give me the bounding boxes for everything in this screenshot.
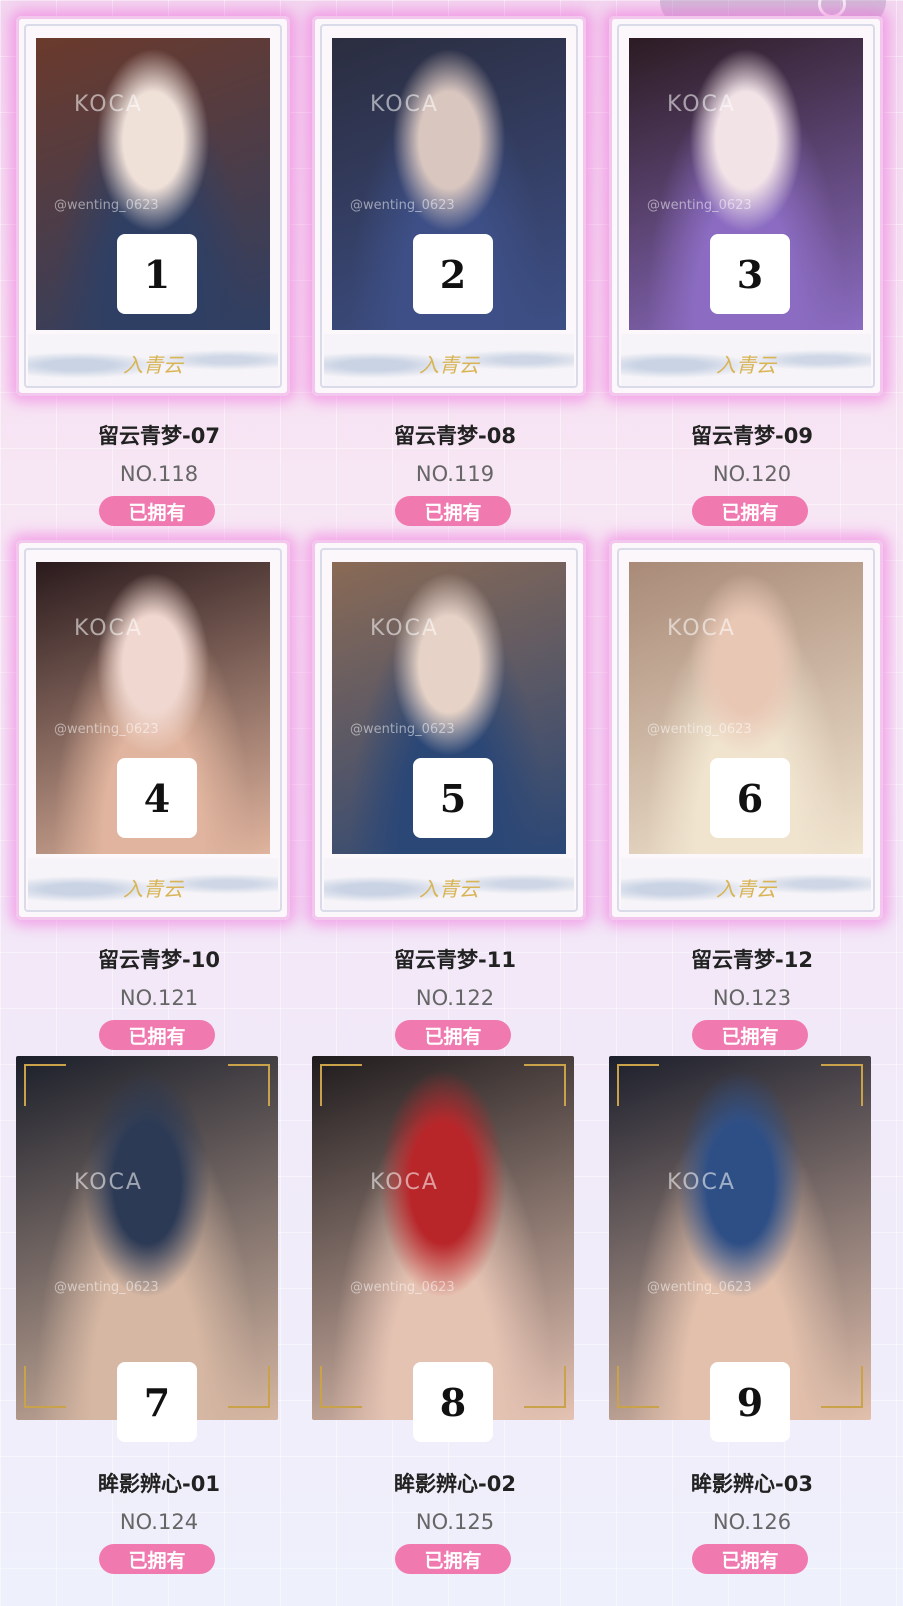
card-title[interactable]: 留云青梦-11 bbox=[310, 944, 600, 974]
owned-status-badge: 已拥有 bbox=[395, 1544, 511, 1574]
collection-card[interactable]: 入青云 KOCA @wenting_0623 5 留云青梦-11 NO.122 已拥有 bbox=[310, 526, 596, 1052]
frame-logo: 入青云 bbox=[123, 877, 183, 901]
card-number-badge: 5 bbox=[413, 758, 493, 838]
owned-status-badge: 已拥有 bbox=[395, 1020, 511, 1050]
gold-corner-ornament bbox=[524, 1366, 566, 1408]
gold-corner-ornament bbox=[24, 1064, 66, 1106]
card-frame: 入青云 bbox=[16, 540, 290, 920]
collection-card[interactable]: 入青云 KOCA @wenting_0623 4 留云青梦-10 NO.121 已拥有 bbox=[14, 526, 300, 1052]
card-serial-number: NO.120 bbox=[712, 462, 792, 486]
card-number-badge: 9 bbox=[710, 1362, 790, 1442]
card-serial-number: NO.126 bbox=[712, 1510, 792, 1534]
card-serial-number: NO.121 bbox=[119, 986, 199, 1010]
gold-corner-ornament bbox=[821, 1366, 863, 1408]
gold-corner-ornament bbox=[24, 1366, 66, 1408]
owned-status-badge: 已拥有 bbox=[99, 1544, 215, 1574]
card-number-badge: 8 bbox=[413, 1362, 493, 1442]
gold-corner-ornament bbox=[821, 1064, 863, 1106]
collection-card[interactable]: KOCA @wenting_0623 7 眸影辨心-01 NO.124 已拥有 bbox=[14, 1050, 300, 1576]
frame-logo: 入青云 bbox=[123, 353, 183, 377]
card-title[interactable]: 留云青梦-09 bbox=[607, 420, 897, 450]
gold-corner-ornament bbox=[320, 1064, 362, 1106]
card-title[interactable]: 留云青梦-07 bbox=[14, 420, 304, 450]
card-frame: 入青云 bbox=[16, 16, 290, 396]
card-title[interactable]: 眸影辨心-01 bbox=[14, 1468, 304, 1498]
collection-card[interactable]: 入青云 KOCA @wenting_0623 6 留云青梦-12 NO.123 已拥有 bbox=[607, 526, 893, 1052]
card-number-badge: 1 bbox=[117, 234, 197, 314]
collection-card[interactable]: KOCA @wenting_0623 9 眸影辨心-03 NO.126 已拥有 bbox=[607, 1050, 893, 1576]
gold-corner-ornament bbox=[617, 1064, 659, 1106]
card-title[interactable]: 留云青梦-08 bbox=[310, 420, 600, 450]
card-title[interactable]: 留云青梦-12 bbox=[607, 944, 897, 974]
card-serial-number: NO.125 bbox=[415, 1510, 495, 1534]
collection-card[interactable]: KOCA @wenting_0623 8 眸影辨心-02 NO.125 已拥有 bbox=[310, 1050, 596, 1576]
frame-logo: 入青云 bbox=[419, 353, 479, 377]
collection-card[interactable]: 入青云 KOCA @wenting_0623 2 留云青梦-08 NO.119 已拥有 bbox=[310, 2, 596, 528]
gold-corner-ornament bbox=[228, 1366, 270, 1408]
card-serial-number: NO.118 bbox=[119, 462, 199, 486]
card-title[interactable]: 眸影辨心-02 bbox=[310, 1468, 600, 1498]
owned-status-badge: 已拥有 bbox=[99, 1020, 215, 1050]
card-frame: 入青云 bbox=[609, 540, 883, 920]
owned-status-badge: 已拥有 bbox=[99, 496, 215, 526]
card-number-badge: 2 bbox=[413, 234, 493, 314]
gold-corner-ornament bbox=[524, 1064, 566, 1106]
card-serial-number: NO.119 bbox=[415, 462, 495, 486]
card-serial-number: NO.124 bbox=[119, 1510, 199, 1534]
card-title[interactable]: 留云青梦-10 bbox=[14, 944, 304, 974]
gold-corner-ornament bbox=[320, 1366, 362, 1408]
card-frame: 入青云 bbox=[609, 16, 883, 396]
card-number-badge: 7 bbox=[117, 1362, 197, 1442]
collection-card[interactable]: 入青云 KOCA @wenting_0623 1 留云青梦-07 NO.118 已拥有 bbox=[14, 2, 300, 528]
gold-corner-ornament bbox=[228, 1064, 270, 1106]
card-number-badge: 6 bbox=[710, 758, 790, 838]
card-title[interactable]: 眸影辨心-03 bbox=[607, 1468, 897, 1498]
owned-status-badge: 已拥有 bbox=[395, 496, 511, 526]
card-number-badge: 3 bbox=[710, 234, 790, 314]
frame-logo: 入青云 bbox=[419, 877, 479, 901]
collection-card[interactable]: 入青云 KOCA @wenting_0623 3 留云青梦-09 NO.120 已拥有 bbox=[607, 2, 893, 528]
card-number-badge: 4 bbox=[117, 758, 197, 838]
frame-logo: 入青云 bbox=[716, 353, 776, 377]
owned-status-badge: 已拥有 bbox=[692, 1544, 808, 1574]
card-serial-number: NO.122 bbox=[415, 986, 495, 1010]
card-serial-number: NO.123 bbox=[712, 986, 792, 1010]
frame-logo: 入青云 bbox=[716, 877, 776, 901]
card-frame: 入青云 bbox=[312, 540, 586, 920]
owned-status-badge: 已拥有 bbox=[692, 1020, 808, 1050]
card-frame: 入青云 bbox=[312, 16, 586, 396]
owned-status-badge: 已拥有 bbox=[692, 496, 808, 526]
gold-corner-ornament bbox=[617, 1366, 659, 1408]
